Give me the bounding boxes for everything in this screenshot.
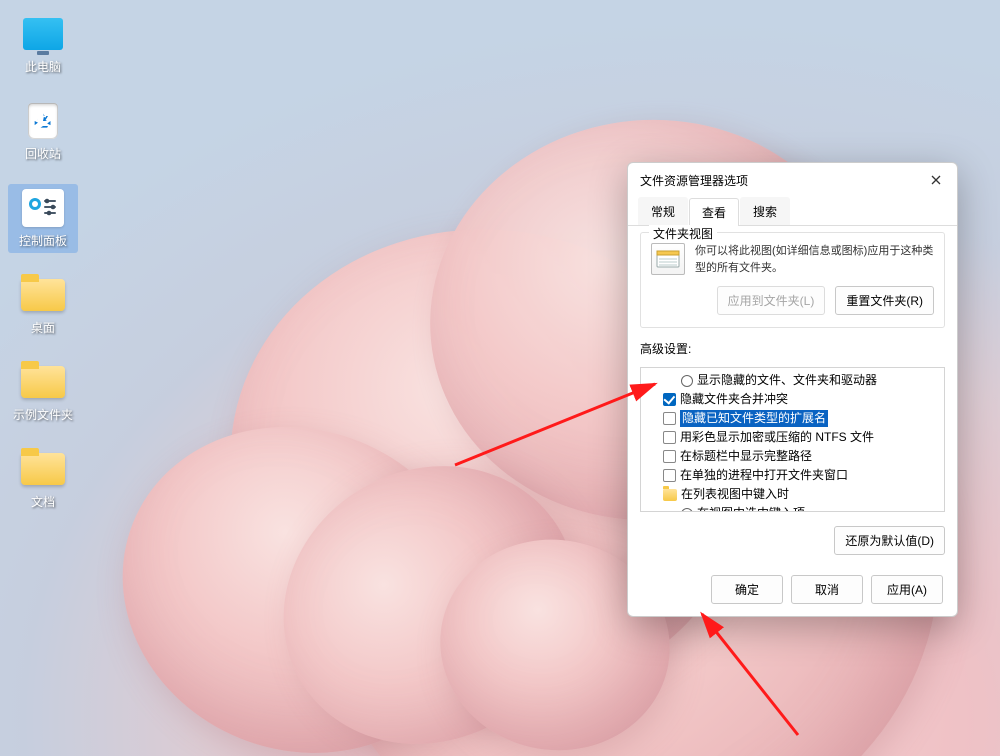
folder-icon xyxy=(21,279,65,311)
tree-item[interactable]: 在标题栏中显示完整路径 xyxy=(645,447,940,466)
folder-options-dialog: 文件资源管理器选项 常规 查看 搜索 文件夹视图 你可以将此视图(如详细信息或图… xyxy=(627,162,958,617)
icon-label: 回收站 xyxy=(10,145,76,162)
dialog-titlebar[interactable]: 文件资源管理器选项 xyxy=(628,163,957,195)
tree-item-label: 用彩色显示加密或压缩的 NTFS 文件 xyxy=(680,429,874,446)
icon-label: 示例文件夹 xyxy=(10,406,76,423)
icon-label: 控制面板 xyxy=(10,232,76,249)
tab-general[interactable]: 常规 xyxy=(638,197,688,225)
dialog-footer: 确定 取消 应用(A) xyxy=(628,565,957,616)
dialog-tabs: 常规 查看 搜索 xyxy=(628,197,957,226)
reset-folders-button[interactable]: 重置文件夹(R) xyxy=(835,286,934,315)
tree-item[interactable]: 隐藏文件夹合并冲突 xyxy=(645,390,940,409)
icon-label: 桌面 xyxy=(10,319,76,336)
cancel-button[interactable]: 取消 xyxy=(791,575,863,604)
close-button[interactable] xyxy=(923,169,949,191)
desktop-icon-this-pc[interactable]: 此电脑 xyxy=(8,10,78,79)
tab-search[interactable]: 搜索 xyxy=(740,197,790,225)
desktop-icon-recycle-bin[interactable]: 回收站 xyxy=(8,97,78,166)
tree-item-label: 在单独的进程中打开文件夹窗口 xyxy=(680,467,848,484)
checkbox-icon xyxy=(663,431,676,444)
tab-view[interactable]: 查看 xyxy=(689,198,739,226)
folder-view-group: 文件夹视图 你可以将此视图(如详细信息或图标)应用于这种类型的所有文件夹。 应用… xyxy=(640,232,945,328)
tree-item-label: 隐藏已知文件类型的扩展名 xyxy=(680,410,828,427)
tree-item-label: 在标题栏中显示完整路径 xyxy=(680,448,812,465)
checkbox-icon xyxy=(663,450,676,463)
desktop-icon-folder-sample[interactable]: 示例文件夹 xyxy=(8,358,78,427)
folder-view-description: 你可以将此视图(如详细信息或图标)应用于这种类型的所有文件夹。 xyxy=(695,243,934,276)
tree-item[interactable]: 显示隐藏的文件、文件夹和驱动器 xyxy=(645,371,940,390)
apply-to-folders-button[interactable]: 应用到文件夹(L) xyxy=(717,286,826,315)
tree-item-label: 在视图中选中键入项 xyxy=(697,505,805,512)
tree-item[interactable]: 在单独的进程中打开文件夹窗口 xyxy=(645,466,940,485)
desktop-icons: 此电脑 回收站 控制面板 桌面 示例文件夹 文档 xyxy=(8,10,98,532)
radio-icon xyxy=(681,375,693,387)
icon-label: 此电脑 xyxy=(10,58,76,75)
icon-label: 文档 xyxy=(10,493,76,510)
dialog-title: 文件资源管理器选项 xyxy=(640,172,923,189)
radio-icon xyxy=(681,508,693,513)
dialog-content: 文件夹视图 你可以将此视图(如详细信息或图标)应用于这种类型的所有文件夹。 应用… xyxy=(628,224,957,565)
desktop-icon-folder-documents[interactable]: 文档 xyxy=(8,445,78,514)
tree-item-label: 隐藏文件夹合并冲突 xyxy=(680,391,788,408)
pc-icon xyxy=(23,18,63,50)
advanced-settings-label: 高级设置: xyxy=(640,340,945,357)
folder-icon xyxy=(663,489,677,501)
folder-icon xyxy=(21,453,65,485)
group-title: 文件夹视图 xyxy=(649,225,717,242)
advanced-settings-tree[interactable]: 显示隐藏的文件、文件夹和驱动器隐藏文件夹合并冲突隐藏已知文件类型的扩展名用彩色显… xyxy=(640,367,945,512)
close-icon xyxy=(931,175,941,185)
tree-item[interactable]: 用彩色显示加密或压缩的 NTFS 文件 xyxy=(645,428,940,447)
control-panel-icon xyxy=(22,189,64,227)
tree-item-label: 显示隐藏的文件、文件夹和驱动器 xyxy=(697,372,877,389)
folder-view-icon xyxy=(651,243,685,275)
tree-item[interactable]: 在列表视图中键入时 xyxy=(645,485,940,504)
desktop-icon-folder-desktop[interactable]: 桌面 xyxy=(8,271,78,340)
restore-defaults-button[interactable]: 还原为默认值(D) xyxy=(834,526,945,555)
tree-item[interactable]: 在视图中选中键入项 xyxy=(645,504,940,512)
recycle-bin-icon xyxy=(28,103,58,139)
desktop-icon-control-panel[interactable]: 控制面板 xyxy=(8,184,78,253)
folder-icon xyxy=(21,366,65,398)
checkbox-icon xyxy=(663,393,676,406)
tree-item-label: 在列表视图中键入时 xyxy=(681,486,789,503)
checkbox-icon xyxy=(663,469,676,482)
checkbox-icon xyxy=(663,412,676,425)
apply-button[interactable]: 应用(A) xyxy=(871,575,943,604)
tree-item[interactable]: 隐藏已知文件类型的扩展名 xyxy=(645,409,940,428)
ok-button[interactable]: 确定 xyxy=(711,575,783,604)
